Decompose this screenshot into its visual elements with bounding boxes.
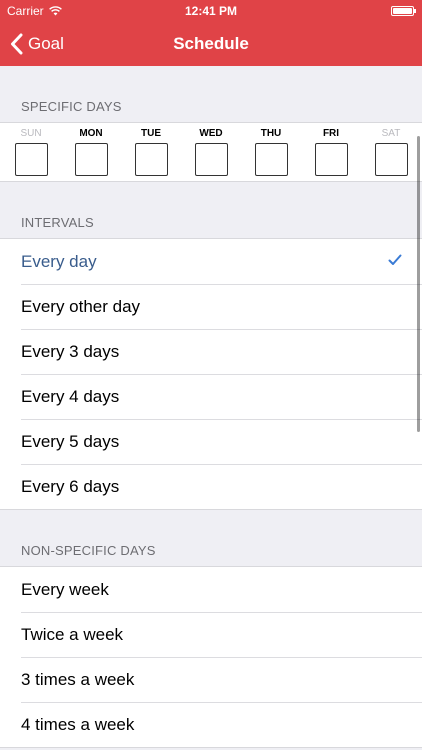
day-thu[interactable]: THU	[254, 127, 288, 176]
day-label: THU	[260, 128, 282, 139]
day-checkbox-wed[interactable]	[194, 143, 228, 176]
intervals-list: Every day Every other day Every 3 days E…	[0, 238, 422, 510]
interval-option-every-4-days[interactable]: Every 4 days	[0, 374, 422, 419]
day-checkbox-thu[interactable]	[254, 143, 288, 176]
interval-option-every-3-days[interactable]: Every 3 days	[0, 329, 422, 374]
frequency-option-twice-a-week[interactable]: Twice a week	[0, 612, 422, 657]
day-label: TUE	[141, 128, 161, 139]
list-item-label: Every week	[21, 579, 109, 599]
frequency-option-every-week[interactable]: Every week	[0, 567, 422, 612]
page-title: Schedule	[173, 34, 249, 53]
list-item-label: Every other day	[21, 296, 141, 316]
day-sun[interactable]: SUN	[14, 127, 48, 176]
list-item-label: Every 4 days	[21, 386, 120, 406]
checkmark-icon	[388, 254, 402, 265]
day-tue[interactable]: TUE	[134, 127, 168, 176]
interval-option-every-day[interactable]: Every day	[0, 239, 422, 284]
section-header-non-specific-days: NON-SPECIFIC DAYS	[21, 543, 156, 558]
day-label: SUN	[20, 128, 42, 139]
frequency-option-3-times-a-week[interactable]: 3 times a week	[0, 657, 422, 702]
day-label: MON	[79, 128, 103, 139]
navigation-bar: Goal Schedule	[0, 22, 422, 66]
list-item-label: Every 5 days	[21, 431, 120, 451]
section-header-intervals: INTERVALS	[21, 215, 94, 230]
list-item-label: Every day	[21, 251, 97, 271]
day-checkbox-mon[interactable]	[74, 143, 108, 176]
interval-option-every-5-days[interactable]: Every 5 days	[0, 419, 422, 464]
day-fri[interactable]: FRI	[314, 127, 348, 176]
list-item-label: 3 times a week	[21, 669, 135, 689]
day-checkbox-sat[interactable]	[374, 143, 408, 176]
day-checkbox-sun[interactable]	[14, 143, 48, 176]
day-label: SAT	[381, 128, 401, 139]
day-label: WED	[199, 128, 223, 139]
schedule-content[interactable]: SPECIFIC DAYS SUN MON TUE WED THU FRI SA…	[0, 66, 422, 750]
day-wed[interactable]: WED	[194, 127, 228, 176]
scrollbar[interactable]	[417, 136, 420, 432]
day-mon[interactable]: MON	[74, 127, 108, 176]
header: Carrier 12:41 PM Goal Schedule	[0, 0, 422, 66]
non-specific-days-list: Every week Twice a week 3 times a week 4…	[0, 566, 422, 748]
status-time: 12:41 PM	[184, 4, 238, 18]
list-item-label: Every 3 days	[21, 341, 120, 361]
day-checkbox-fri[interactable]	[314, 143, 348, 176]
day-label: FRI	[322, 128, 340, 139]
status-bar: Carrier 12:41 PM	[0, 0, 422, 22]
frequency-option-4-times-a-week[interactable]: 4 times a week	[0, 702, 422, 747]
interval-option-every-6-days[interactable]: Every 6 days	[0, 464, 422, 509]
list-item-label: 4 times a week	[21, 714, 135, 734]
battery-icon	[391, 6, 416, 16]
interval-option-every-other-day[interactable]: Every other day	[0, 284, 422, 329]
specific-days-panel: SUN MON TUE WED THU FRI SAT	[0, 122, 422, 182]
day-sat[interactable]: SAT	[374, 127, 408, 176]
section-header-specific-days: SPECIFIC DAYS	[21, 99, 122, 114]
day-checkbox-tue[interactable]	[134, 143, 168, 176]
list-item-label: Twice a week	[21, 624, 124, 644]
list-item-label: Every 6 days	[21, 476, 120, 496]
